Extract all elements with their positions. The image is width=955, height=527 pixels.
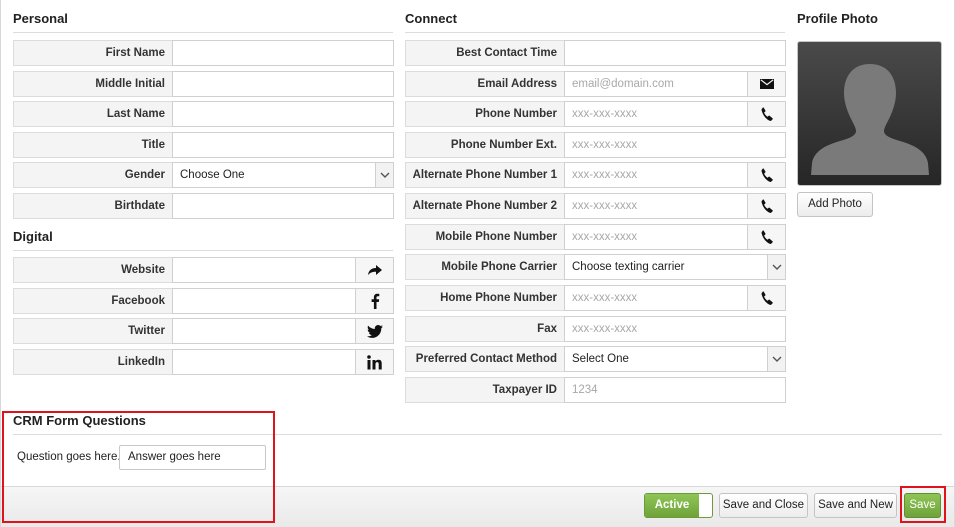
gender-row: Gender Choose One <box>13 162 394 188</box>
personal-divider <box>13 32 393 33</box>
alt-phone-1-row: Alternate Phone Number 1 xxx-xxx-xxxx <box>405 162 786 188</box>
active-toggle[interactable]: Active <box>644 493 713 518</box>
mobile-phone-input[interactable]: xxx-xxx-xxxx <box>564 224 748 250</box>
last-name-input[interactable] <box>172 101 394 127</box>
mobile-phone-label: Mobile Phone Number <box>405 224 564 250</box>
title-label: Title <box>13 132 172 158</box>
twitter-row: Twitter <box>13 318 394 344</box>
facebook-input[interactable] <box>172 288 356 314</box>
phone-ext-label: Phone Number Ext. <box>405 132 564 158</box>
linkedin-icon[interactable] <box>356 349 394 375</box>
alt-phone-1-input[interactable]: xxx-xxx-xxxx <box>564 162 748 188</box>
home-phone-row: Home Phone Number xxx-xxx-xxxx <box>405 285 786 311</box>
phone-ext-input[interactable]: xxx-xxx-xxxx <box>564 132 786 158</box>
add-photo-button[interactable]: Add Photo <box>797 192 873 217</box>
alt-phone-2-row: Alternate Phone Number 2 xxx-xxx-xxxx <box>405 193 786 219</box>
twitter-input[interactable] <box>172 318 356 344</box>
fax-label: Fax <box>405 316 564 342</box>
share-arrow-icon[interactable] <box>356 257 394 283</box>
mobile-carrier-select[interactable]: Choose texting carrier <box>564 254 786 280</box>
phone-ext-row: Phone Number Ext. xxx-xxx-xxxx <box>405 132 786 158</box>
preferred-contact-label: Preferred Contact Method <box>405 346 564 372</box>
profile-photo-section-title: Profile Photo <box>797 11 878 26</box>
gender-select[interactable]: Choose One <box>172 162 394 188</box>
middle-initial-label: Middle Initial <box>13 71 172 97</box>
best-contact-time-row: Best Contact Time <box>405 40 786 66</box>
chevron-down-icon[interactable] <box>375 163 393 187</box>
alt-phone-2-input[interactable]: xxx-xxx-xxxx <box>564 193 748 219</box>
mobile-carrier-label: Mobile Phone Carrier <box>405 254 564 280</box>
linkedin-input[interactable] <box>172 349 356 375</box>
envelope-icon[interactable] <box>748 71 786 97</box>
gender-select-value: Choose One <box>180 169 245 181</box>
facebook-row: Facebook <box>13 288 394 314</box>
website-label: Website <box>13 257 172 283</box>
last-name-label: Last Name <box>13 101 172 127</box>
birthdate-input[interactable] <box>172 193 394 219</box>
linkedin-label: LinkedIn <box>13 349 172 375</box>
preferred-contact-row: Preferred Contact Method Select One <box>405 346 786 372</box>
taxpayer-id-label: Taxpayer ID <box>405 377 564 403</box>
preferred-contact-select-value: Select One <box>572 353 629 365</box>
facebook-label: Facebook <box>13 288 172 314</box>
email-label: Email Address <box>405 71 564 97</box>
best-contact-time-input[interactable] <box>564 40 786 66</box>
crm-highlight-box <box>2 411 275 523</box>
title-row: Title <box>13 132 394 158</box>
alt-phone-1-label: Alternate Phone Number 1 <box>405 162 564 188</box>
birthdate-row: Birthdate <box>13 193 394 219</box>
save-and-new-button[interactable]: Save and New <box>814 493 897 518</box>
phone-row: Phone Number xxx-xxx-xxxx <box>405 101 786 127</box>
facebook-icon[interactable] <box>356 288 394 314</box>
mobile-carrier-row: Mobile Phone Carrier Choose texting carr… <box>405 254 786 280</box>
linkedin-row: LinkedIn <box>13 349 394 375</box>
save-and-close-button[interactable]: Save and Close <box>719 493 808 518</box>
chevron-down-icon[interactable] <box>767 347 785 371</box>
gender-label: Gender <box>13 162 172 188</box>
email-row: Email Address email@domain.com <box>405 71 786 97</box>
birthdate-label: Birthdate <box>13 193 172 219</box>
phone-icon[interactable] <box>748 285 786 311</box>
home-phone-input[interactable]: xxx-xxx-xxxx <box>564 285 748 311</box>
first-name-input[interactable] <box>172 40 394 66</box>
middle-initial-input[interactable] <box>172 71 394 97</box>
active-toggle-label: Active <box>645 494 699 517</box>
phone-label: Phone Number <box>405 101 564 127</box>
middle-initial-row: Middle Initial <box>13 71 394 97</box>
profile-photo[interactable] <box>797 41 942 186</box>
connect-section-title: Connect <box>405 11 457 26</box>
phone-input[interactable]: xxx-xxx-xxxx <box>564 101 748 127</box>
last-name-row: Last Name <box>13 101 394 127</box>
connect-divider <box>405 32 785 33</box>
personal-section-title: Personal <box>13 11 68 26</box>
phone-icon[interactable] <box>748 162 786 188</box>
mobile-carrier-select-value: Choose texting carrier <box>572 261 685 273</box>
best-contact-time-label: Best Contact Time <box>405 40 564 66</box>
website-row: Website <box>13 257 394 283</box>
email-input[interactable]: email@domain.com <box>564 71 748 97</box>
first-name-label: First Name <box>13 40 172 66</box>
mobile-phone-row: Mobile Phone Number xxx-xxx-xxxx <box>405 224 786 250</box>
avatar-silhouette-icon <box>811 64 929 175</box>
digital-section-title: Digital <box>13 229 53 244</box>
phone-icon[interactable] <box>748 193 786 219</box>
website-input[interactable] <box>172 257 356 283</box>
taxpayer-id-input[interactable]: 1234 <box>564 377 786 403</box>
twitter-icon[interactable] <box>356 318 394 344</box>
twitter-label: Twitter <box>13 318 172 344</box>
first-name-row: First Name <box>13 40 394 66</box>
alt-phone-2-label: Alternate Phone Number 2 <box>405 193 564 219</box>
chevron-down-icon[interactable] <box>767 255 785 279</box>
preferred-contact-select[interactable]: Select One <box>564 346 786 372</box>
home-phone-label: Home Phone Number <box>405 285 564 311</box>
fax-input[interactable]: xxx-xxx-xxxx <box>564 316 786 342</box>
phone-icon[interactable] <box>748 101 786 127</box>
fax-row: Fax xxx-xxx-xxxx <box>405 316 786 342</box>
digital-divider <box>13 250 393 251</box>
save-highlight-box <box>900 486 946 523</box>
phone-icon[interactable] <box>748 224 786 250</box>
taxpayer-id-row: Taxpayer ID 1234 <box>405 377 786 403</box>
title-input[interactable] <box>172 132 394 158</box>
